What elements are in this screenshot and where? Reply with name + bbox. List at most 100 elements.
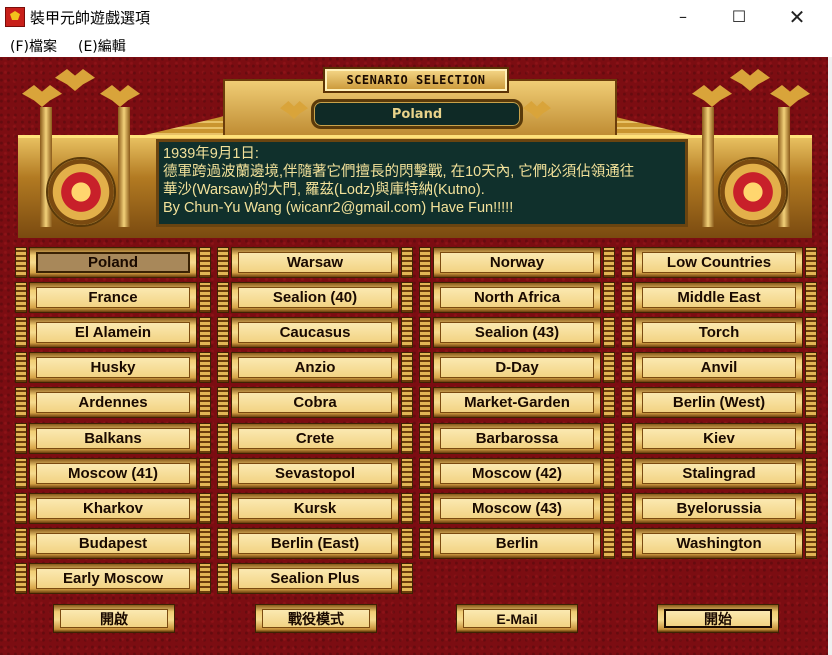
scenario-button[interactable]: Torch <box>621 317 817 349</box>
start-button[interactable]: 開始 <box>657 604 779 633</box>
button-face: Market-Garden <box>433 387 601 419</box>
button-cap <box>217 317 229 349</box>
scenario-button[interactable]: Cobra <box>217 387 413 419</box>
button-cap <box>15 422 27 454</box>
scenario-button[interactable]: Crete <box>217 422 413 454</box>
scenario-button[interactable]: Kursk <box>217 492 413 524</box>
scenario-button[interactable]: Balkans <box>15 422 211 454</box>
button-cap <box>603 387 615 419</box>
button-cap <box>805 247 817 278</box>
button-face: Berlin (West) <box>635 387 803 419</box>
scenario-label: Sevastopol <box>238 462 392 484</box>
button-cap <box>805 282 817 314</box>
button-cap <box>199 282 211 314</box>
button-face: Byelorussia <box>635 492 803 524</box>
scenario-button[interactable]: Moscow (43) <box>419 492 615 524</box>
button-face: Poland <box>29 247 197 278</box>
button-cap <box>217 247 229 278</box>
button-face: France <box>29 282 197 314</box>
button-cap <box>621 457 633 489</box>
scenario-button[interactable]: Barbarossa <box>419 422 615 454</box>
scenario-label: Sealion (40) <box>238 287 392 309</box>
menu-file[interactable]: (F)檔案 <box>10 36 57 56</box>
scenario-button[interactable]: El Alamein <box>15 317 211 349</box>
scenario-button[interactable]: Sealion (43) <box>419 317 615 349</box>
scenario-label: Barbarossa <box>440 427 594 449</box>
button-cap <box>401 282 413 314</box>
close-button[interactable]: ✕ <box>774 0 820 33</box>
scenario-button[interactable]: Warsaw <box>217 247 413 278</box>
scenario-label: Norway <box>440 252 594 273</box>
campaign-mode-label: 戰役模式 <box>262 609 370 628</box>
email-button[interactable]: E-Mail <box>456 604 578 633</box>
button-face: Moscow (41) <box>29 457 197 489</box>
scenario-label: North Africa <box>440 287 594 309</box>
scenario-button[interactable]: Berlin (West) <box>621 387 817 419</box>
menu-edit[interactable]: (E)編輯 <box>78 36 126 56</box>
scenario-button[interactable]: Sealion (40) <box>217 282 413 314</box>
scenario-button[interactable]: Washington <box>621 527 817 559</box>
button-cap <box>419 282 431 314</box>
scenario-button[interactable]: Byelorussia <box>621 492 817 524</box>
scenario-button[interactable]: Berlin (East) <box>217 527 413 559</box>
scenario-button[interactable]: Sevastopol <box>217 457 413 489</box>
scenario-button[interactable]: Stalingrad <box>621 457 817 489</box>
scenario-label: Byelorussia <box>642 497 796 519</box>
button-cap <box>15 317 27 349</box>
button-face: Barbarossa <box>433 422 601 454</box>
button-cap <box>603 317 615 349</box>
scenario-button[interactable]: Ardennes <box>15 387 211 419</box>
scenario-button[interactable]: Kiev <box>621 422 817 454</box>
scenario-button[interactable]: North Africa <box>419 282 615 314</box>
scenario-label: Cobra <box>238 392 392 414</box>
scenario-label: Caucasus <box>238 322 392 344</box>
scenario-button[interactable]: France <box>15 282 211 314</box>
button-face: Sevastopol <box>231 457 399 489</box>
scenario-button[interactable]: Anvil <box>621 352 817 384</box>
scenario-button[interactable]: Market-Garden <box>419 387 615 419</box>
scenario-label: Kiev <box>642 427 796 449</box>
header-ornament: SCENARIO SELECTION Poland 1939年9月1日: 德軍跨… <box>18 61 812 238</box>
scenario-label: Early Moscow <box>36 567 190 589</box>
scenario-label: Moscow (41) <box>36 462 190 484</box>
button-cap <box>603 422 615 454</box>
scenario-button[interactable]: Moscow (41) <box>15 457 211 489</box>
button-face: Sealion Plus <box>231 562 399 594</box>
scenario-button[interactable]: Caucasus <box>217 317 413 349</box>
scenario-button[interactable]: Poland <box>15 247 211 278</box>
button-face: Kiev <box>635 422 803 454</box>
button-cap <box>199 352 211 384</box>
maximize-button[interactable]: ☐ <box>716 0 762 33</box>
button-cap <box>603 457 615 489</box>
scenario-button[interactable]: Moscow (42) <box>419 457 615 489</box>
open-button[interactable]: 開啟 <box>53 604 175 633</box>
button-cap <box>805 422 817 454</box>
button-cap <box>401 317 413 349</box>
scenario-button[interactable]: Budapest <box>15 527 211 559</box>
scenario-button[interactable]: Anzio <box>217 352 413 384</box>
button-cap <box>217 282 229 314</box>
scenario-button[interactable]: Sealion Plus <box>217 562 413 594</box>
button-cap <box>199 492 211 524</box>
scenario-button[interactable]: Middle East <box>621 282 817 314</box>
button-cap <box>217 527 229 559</box>
button-face: Sealion (43) <box>433 317 601 349</box>
app-icon[interactable] <box>5 7 25 27</box>
minimize-button[interactable]: – <box>660 0 706 33</box>
campaign-mode-button[interactable]: 戰役模式 <box>255 604 377 633</box>
scenario-button[interactable]: Kharkov <box>15 492 211 524</box>
scenario-button[interactable]: Low Countries <box>621 247 817 278</box>
button-cap <box>401 492 413 524</box>
window-title: 裝甲元帥遊戲選項 <box>30 9 151 27</box>
button-face: Kharkov <box>29 492 197 524</box>
button-face: Anvil <box>635 352 803 384</box>
button-cap <box>15 562 27 594</box>
button-face: Moscow (43) <box>433 492 601 524</box>
scenario-button[interactable]: Early Moscow <box>15 562 211 594</box>
scenario-button[interactable]: D-Day <box>419 352 615 384</box>
scenario-button[interactable]: Norway <box>419 247 615 278</box>
button-cap <box>199 247 211 278</box>
scenario-button[interactable]: Berlin <box>419 527 615 559</box>
scenario-button[interactable]: Husky <box>15 352 211 384</box>
button-cap <box>217 562 229 594</box>
